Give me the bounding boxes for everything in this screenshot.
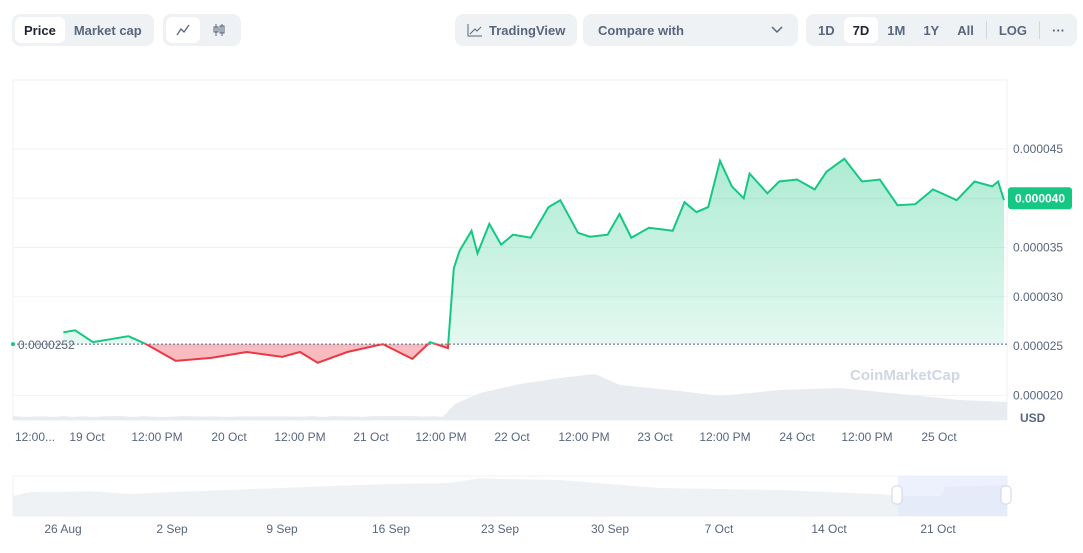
price-point: [62, 331, 64, 333]
x-tick-label: 21 Oct: [353, 430, 389, 444]
navigator-handle-left[interactable]: [892, 486, 902, 504]
x-tick-label: 12:00 PM: [558, 430, 609, 444]
price-point: [145, 343, 147, 345]
price-point: [879, 179, 881, 181]
price-point: [589, 236, 591, 238]
price-point: [382, 343, 384, 345]
price-point: [743, 197, 745, 199]
x-tick-label: 12:00...: [15, 430, 55, 444]
navigator-tick-label: 16 Sep: [372, 522, 410, 536]
y-tick-label: 0.000045: [1013, 142, 1063, 156]
price-point: [530, 237, 532, 239]
navigator[interactable]: 26 Aug 2 Sep 9 Sep 16 Sep 23 Sep 30 Sep 7 Oct 1…: [13, 476, 1011, 536]
price-point: [973, 181, 975, 183]
navigator-tick-label: 9 Sep: [266, 522, 298, 536]
baseline-marker: [11, 342, 15, 346]
navigator-tick-label: 7 Oct: [705, 522, 734, 536]
navigator-tick-label: 14 Oct: [811, 522, 847, 536]
price-point: [897, 204, 899, 206]
price-point: [695, 211, 697, 213]
price-point: [766, 192, 768, 194]
price-point: [997, 181, 999, 183]
price-point: [684, 201, 686, 203]
price-point: [796, 179, 798, 181]
price-point: [175, 360, 177, 362]
price-point: [512, 234, 514, 236]
price-point: [618, 213, 620, 215]
x-tick-label: 12:00 PM: [841, 430, 892, 444]
price-point: [861, 181, 863, 183]
price-point: [932, 188, 934, 190]
price-point: [577, 232, 579, 234]
x-tick-label: 20 Oct: [211, 430, 247, 444]
svg-text:0.000040: 0.000040: [1015, 191, 1065, 205]
navigator-tick-label: 2 Sep: [156, 522, 188, 536]
price-point: [411, 358, 413, 360]
price-point: [672, 230, 674, 232]
price-point: [459, 249, 461, 251]
y-tick-label: 0.000025: [1013, 339, 1063, 353]
price-point: [447, 347, 449, 349]
price-point: [400, 352, 402, 354]
x-tick-label: 12:00 PM: [699, 430, 750, 444]
price-point: [110, 338, 112, 340]
price-point: [1003, 199, 1005, 201]
price-point: [914, 203, 916, 205]
price-point: [991, 185, 993, 187]
baseline-label: 0.0000252: [18, 338, 75, 352]
navigator-tick-label: 30 Sep: [591, 522, 629, 536]
price-point: [547, 206, 549, 208]
navigator-selection[interactable]: [898, 476, 1007, 516]
price-chart[interactable]: CoinMarketCap 0.0000252 0.000045 0.000035…: [0, 0, 1083, 553]
price-point: [559, 199, 561, 201]
price-point: [843, 158, 845, 160]
x-tick-label: 24 Oct: [779, 430, 815, 444]
price-point: [476, 252, 478, 254]
x-tick-label: 19 Oct: [69, 430, 105, 444]
navigator-handle-right[interactable]: [1001, 486, 1011, 504]
price-point: [453, 267, 455, 269]
x-tick-label: 22 Oct: [494, 430, 530, 444]
price-point: [956, 199, 958, 201]
price-point: [317, 362, 319, 364]
price-point: [74, 329, 76, 331]
watermark: CoinMarketCap: [850, 367, 960, 384]
x-tick-label: 25 Oct: [921, 430, 957, 444]
y-tick-label: 0.000035: [1013, 241, 1063, 255]
price-point: [749, 173, 751, 175]
x-tick-label: 12:00 PM: [131, 430, 182, 444]
price-point: [778, 181, 780, 183]
price-point: [346, 351, 348, 353]
navigator-tick-label: 23 Sep: [481, 522, 519, 536]
price-point: [471, 230, 473, 232]
price-point: [429, 341, 431, 343]
price-point: [299, 351, 301, 353]
y-tick-label: 0.000030: [1013, 290, 1063, 304]
price-point: [719, 160, 721, 162]
current-price-tag: 0.000040: [1008, 187, 1072, 209]
price-point: [500, 244, 502, 246]
price-point: [731, 185, 733, 187]
price-point: [648, 227, 650, 229]
navigator-tick-label: 26 Aug: [44, 522, 81, 536]
y-tick-label: 0.000020: [1013, 388, 1063, 402]
price-point: [281, 356, 283, 358]
price-point: [707, 206, 709, 208]
currency-label: USD: [1020, 411, 1046, 425]
price-point: [246, 351, 248, 353]
price-point: [814, 188, 816, 190]
price-point: [488, 223, 490, 225]
price-point: [607, 234, 609, 236]
price-point: [92, 341, 94, 343]
x-tick-label: 12:00 PM: [415, 430, 466, 444]
price-point: [210, 357, 212, 359]
price-point: [630, 237, 632, 239]
price-point: [127, 335, 129, 337]
x-tick-label: 12:00 PM: [274, 430, 325, 444]
x-tick-label: 23 Oct: [637, 430, 673, 444]
price-point: [826, 171, 828, 173]
navigator-tick-label: 21 Oct: [920, 522, 956, 536]
